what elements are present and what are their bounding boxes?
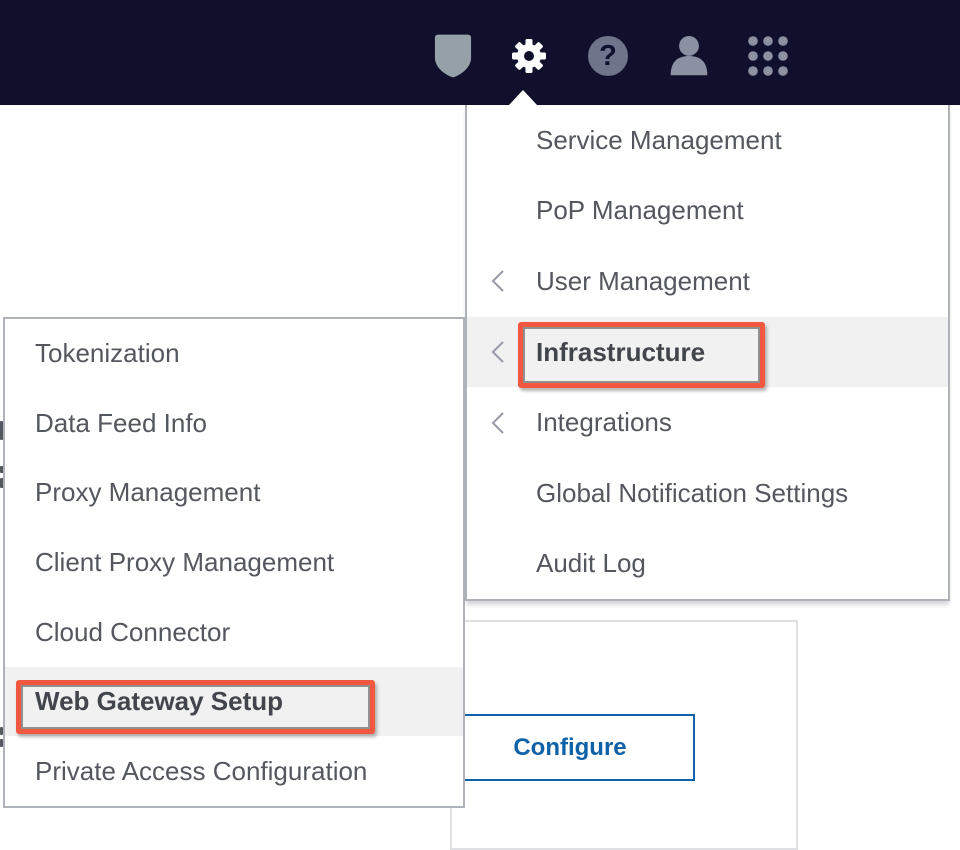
help-glyph: ? — [599, 40, 617, 72]
settings-gear-icon[interactable] — [506, 32, 552, 80]
menu-item-tokenization[interactable]: Tokenization — [5, 319, 463, 389]
menu-item-integrations[interactable]: Integrations — [467, 387, 948, 458]
menu-item-label: User Management — [536, 266, 750, 297]
menu-item-label: Infrastructure — [536, 337, 705, 368]
top-nav-bar: ? — [0, 0, 960, 105]
menu-item-label: Global Notification Settings — [536, 478, 848, 509]
menu-item-label: Service Management — [536, 125, 782, 156]
menu-item-label: Cloud Connector — [35, 617, 230, 648]
menu-item-label: Integrations — [536, 407, 672, 438]
menu-item-data-feed-info[interactable]: Data Feed Info — [5, 389, 463, 459]
menu-item-proxy-management[interactable]: Proxy Management — [5, 458, 463, 528]
configure-button-label: Configure — [513, 734, 626, 762]
app-grid-icon[interactable] — [745, 32, 791, 80]
menu-item-label: Web Gateway Setup — [35, 686, 283, 717]
menu-item-infrastructure[interactable]: Infrastructure — [467, 317, 948, 388]
menu-item-label: Tokenization — [35, 338, 180, 369]
user-icon[interactable] — [666, 32, 712, 80]
menu-item-label: Proxy Management — [35, 477, 260, 508]
menu-item-web-gateway-setup[interactable]: Web Gateway Setup — [5, 667, 463, 737]
infrastructure-submenu: Tokenization Data Feed Info Proxy Manage… — [3, 317, 465, 808]
chevron-left-icon — [491, 340, 505, 364]
menu-item-service-management[interactable]: Service Management — [467, 105, 948, 176]
menu-item-pop-management[interactable]: PoP Management — [467, 176, 948, 247]
settings-dropdown-menu: Service Management PoP Management User M… — [465, 105, 950, 601]
menu-item-label: Audit Log — [536, 548, 646, 579]
chevron-left-icon — [491, 411, 505, 435]
menu-item-label: Data Feed Info — [35, 408, 207, 439]
menu-item-label: PoP Management — [536, 195, 744, 226]
menu-item-cloud-connector[interactable]: Cloud Connector — [5, 597, 463, 667]
menu-item-label: Private Access Configuration — [35, 756, 367, 787]
configure-button[interactable]: Configure — [445, 714, 695, 781]
help-icon[interactable]: ? — [585, 32, 631, 80]
menu-item-user-management[interactable]: User Management — [467, 246, 948, 317]
shield-icon[interactable] — [430, 32, 476, 80]
menu-caret — [509, 90, 537, 105]
menu-item-private-access-configuration[interactable]: Private Access Configuration — [5, 736, 463, 806]
chevron-left-icon — [491, 269, 505, 293]
menu-item-audit-log[interactable]: Audit Log — [467, 528, 948, 599]
menu-item-label: Client Proxy Management — [35, 547, 334, 578]
menu-item-global-notification-settings[interactable]: Global Notification Settings — [467, 458, 948, 529]
menu-item-client-proxy-management[interactable]: Client Proxy Management — [5, 528, 463, 598]
